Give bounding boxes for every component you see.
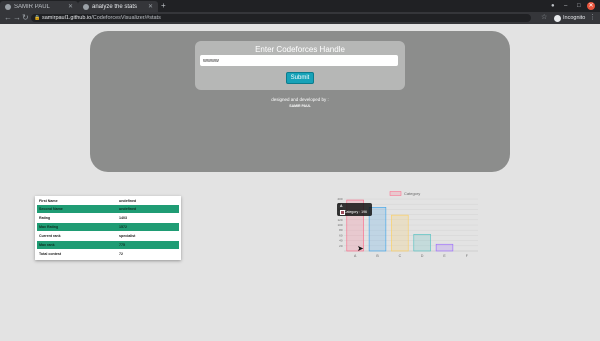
maximize-icon[interactable]: □ <box>577 2 581 10</box>
stat-value: 1572 <box>119 225 127 229</box>
bar-d <box>413 234 431 252</box>
bookmark-star-icon[interactable]: ☆ <box>541 13 547 23</box>
stat-key: Second Name <box>39 207 63 211</box>
legend-label: Category <box>404 191 420 196</box>
close-tab-icon[interactable]: ✕ <box>148 3 153 10</box>
x-tick-label: D <box>421 254 424 258</box>
author-name: SAMIR PAUL <box>289 104 311 108</box>
incognito-label: Incognito <box>563 15 586 21</box>
table-row: Max Rating 1572 <box>37 223 179 231</box>
stat-value: 775 <box>119 243 125 247</box>
stat-key: Rating <box>39 216 51 220</box>
stat-value: undefined <box>119 199 137 203</box>
credit-line: designed and developed by : <box>271 97 329 102</box>
y-tick-label: 40 <box>339 239 343 243</box>
x-tick-label: B <box>376 254 379 258</box>
minimize-icon[interactable]: – <box>564 2 567 10</box>
y-tick-label: 120 <box>337 218 342 222</box>
bar-chart-svg: Category20406080100120140160180200ABCDEF <box>337 191 478 258</box>
table-row: Total contest 72 <box>37 250 179 258</box>
tab-samir-paul[interactable]: SAMIR PAUL ✕ <box>0 1 78 12</box>
submit-button[interactable]: Submit <box>286 72 314 84</box>
tab-analyze-stats[interactable]: analyze the stats ✕ <box>78 1 158 12</box>
table-row: Second Name undefined <box>37 205 179 213</box>
back-icon[interactable]: ← <box>4 13 12 23</box>
close-tab-icon[interactable]: ✕ <box>68 3 73 10</box>
category-chart: Category20406080100120140160180200ABCDEF… <box>330 189 480 259</box>
url-path: /CodeforcesVisualizer/#stats <box>91 15 161 21</box>
x-tick-label: C <box>399 254 402 258</box>
x-tick-label: F <box>466 254 468 258</box>
globe-icon <box>5 3 11 10</box>
incognito-icon <box>554 14 561 22</box>
y-tick-label: 200 <box>337 197 342 201</box>
stat-key: Current rank <box>39 234 61 238</box>
x-tick-label: E <box>443 254 446 258</box>
tooltip-label: Category : 196 <box>344 209 367 214</box>
handle-form: Enter Codeforces Handle Submit <box>195 41 405 90</box>
stat-key: First Name <box>39 199 58 203</box>
stat-value: undefined <box>119 207 137 211</box>
address-bar[interactable]: 🔒 samirpaul1.github.io/CodeforcesVisuali… <box>31 14 531 22</box>
y-tick-label: 100 <box>337 223 342 227</box>
table-row: First Name undefined <box>37 197 179 205</box>
y-tick-label: 20 <box>339 244 343 248</box>
url-host: samirpaul1.github.io <box>42 15 92 21</box>
stat-key: Total contest <box>39 252 62 256</box>
tab-label: SAMIR PAUL <box>14 3 50 10</box>
close-window-icon[interactable]: ✕ <box>587 2 595 10</box>
chart-tooltip: A Category : 196 <box>337 203 372 216</box>
stat-value: specialist <box>119 234 136 238</box>
table-row: Rating 1403 <box>37 214 179 222</box>
stat-key: Max Rating <box>39 225 59 229</box>
profile-icon[interactable]: ● <box>551 2 555 10</box>
bar-c <box>391 214 409 252</box>
hero-panel: Enter Codeforces Handle Submit designed … <box>90 31 510 172</box>
reload-icon[interactable]: ↻ <box>22 13 29 23</box>
stat-value: 1403 <box>119 216 127 220</box>
stat-value: 72 <box>119 252 123 256</box>
tab-label: analyze the stats <box>92 3 138 10</box>
table-row: Max rank 775 <box>37 241 179 249</box>
menu-icon[interactable]: ⋮ <box>589 13 596 23</box>
incognito-indicator[interactable]: Incognito <box>554 14 585 22</box>
handle-input[interactable] <box>200 55 398 66</box>
browser-toolbar: ← → ↻ 🔒 samirpaul1.github.io/CodeforcesV… <box>0 12 600 24</box>
legend-swatch <box>389 191 402 196</box>
form-title: Enter Codeforces Handle <box>255 45 345 54</box>
browser-tab-bar: SAMIR PAUL ✕ analyze the stats ✕ + ● – □… <box>0 0 600 12</box>
forward-icon[interactable]: → <box>13 13 21 23</box>
mouse-cursor-icon: ➤ <box>357 244 364 253</box>
globe-icon <box>83 3 89 10</box>
stat-key: Max rank <box>39 243 55 247</box>
y-tick-label: 80 <box>339 228 343 232</box>
user-stats-table: First Name undefined Second Name undefin… <box>35 196 181 260</box>
bar-e <box>435 243 454 252</box>
tooltip-title: A <box>340 204 343 208</box>
x-tick-label: A <box>354 254 357 258</box>
lock-icon: 🔒 <box>34 15 41 21</box>
table-row: Current rank specialist <box>37 232 179 240</box>
y-tick-label: 60 <box>339 233 343 237</box>
new-tab-button[interactable]: + <box>161 1 166 11</box>
